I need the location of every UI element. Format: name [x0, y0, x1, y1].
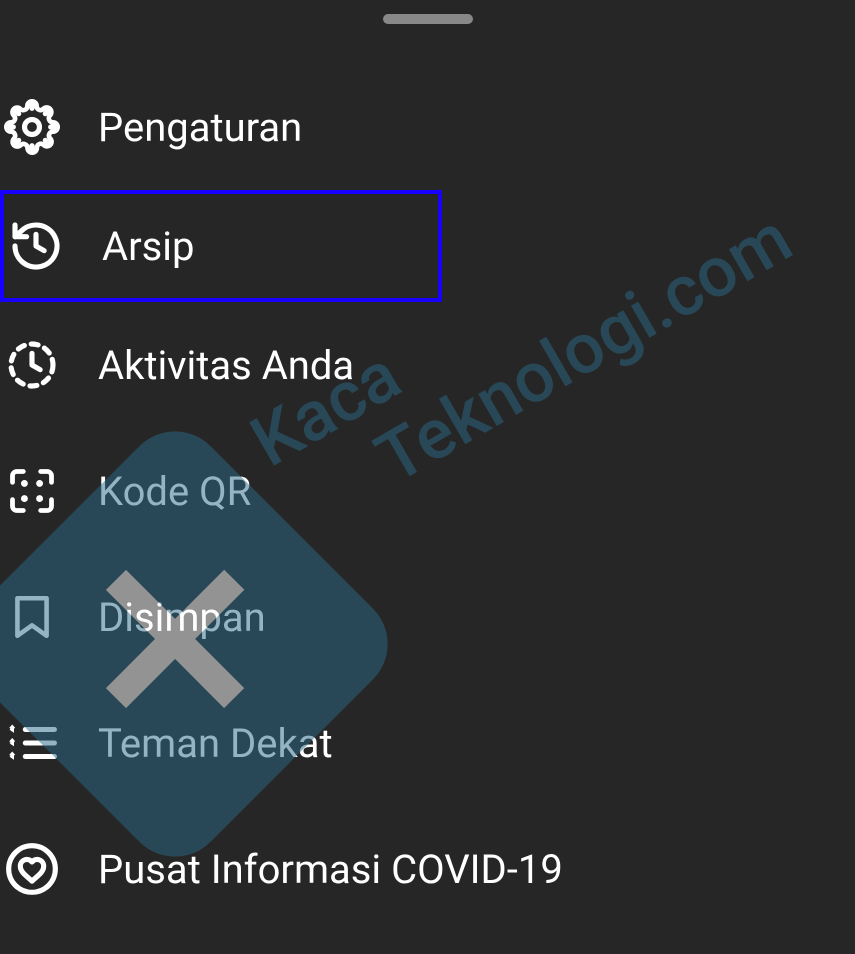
- menu-item-qrcode[interactable]: Kode QR: [0, 428, 855, 554]
- heart-circle-icon: [2, 839, 62, 899]
- menu-item-archive[interactable]: Arsip: [0, 190, 442, 302]
- menu-item-label: Arsip: [102, 223, 194, 270]
- menu-item-label: Pusat Informasi COVID-19: [98, 846, 563, 893]
- menu-item-saved[interactable]: Disimpan: [0, 554, 855, 680]
- menu-item-label: Kode QR: [98, 468, 251, 515]
- menu-item-covid-info[interactable]: Pusat Informasi COVID-19: [0, 806, 855, 932]
- gear-icon: [2, 97, 62, 157]
- menu-item-label: Aktivitas Anda: [98, 342, 354, 389]
- menu-item-label: Teman Dekat: [98, 720, 333, 767]
- bookmark-icon: [2, 587, 62, 647]
- menu-item-close-friends[interactable]: Teman Dekat: [0, 680, 855, 806]
- menu-item-label: Pengaturan: [98, 104, 302, 151]
- drag-handle[interactable]: [383, 14, 473, 24]
- menu-item-activity[interactable]: Aktivitas Anda: [0, 302, 855, 428]
- menu-item-settings[interactable]: Pengaturan: [0, 64, 855, 190]
- menu-list: Pengaturan Arsip Aktivitas Anda: [0, 64, 855, 932]
- history-icon: [6, 216, 66, 276]
- menu-item-label: Disimpan: [98, 594, 266, 641]
- qr-icon: [2, 461, 62, 521]
- close-friends-icon: [2, 713, 62, 773]
- activity-icon: [2, 335, 62, 395]
